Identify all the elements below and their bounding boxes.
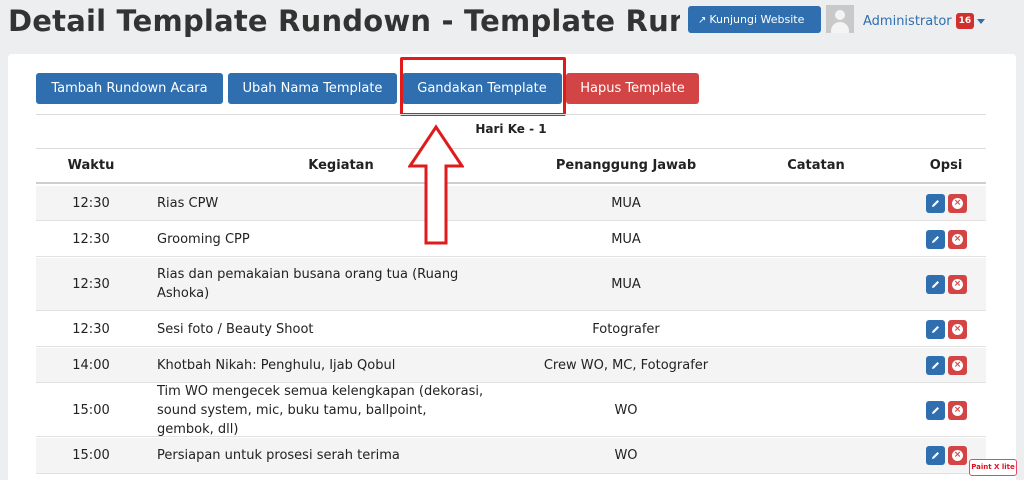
- user-name: Administrator: [863, 13, 952, 29]
- table-row: 14:00 Khotbah Nikah: Penghulu, Ijab Qobu…: [36, 348, 986, 383]
- edit-button[interactable]: [926, 319, 945, 339]
- table-row: 12:30 Rias dan pemakaian busana orang tu…: [36, 258, 986, 311]
- responsible-cell: WO: [614, 402, 638, 418]
- close-circle-icon: ×: [952, 359, 963, 371]
- close-circle-icon: ×: [952, 278, 963, 290]
- divider: [36, 114, 986, 115]
- annotation-arrow-icon: [408, 124, 464, 245]
- delete-button[interactable]: ×: [948, 446, 967, 465]
- pencil-icon: [932, 406, 939, 414]
- column-header-penanggung-jawab: Penanggung Jawab: [555, 158, 697, 173]
- avatar[interactable]: [826, 5, 854, 33]
- external-link-icon: ↗: [698, 15, 707, 26]
- rename-template-button[interactable]: Ubah Nama Template: [228, 73, 397, 104]
- avatar-body: [831, 22, 849, 33]
- time-cell: 15:00: [72, 448, 110, 463]
- time-cell: 12:30: [72, 321, 110, 337]
- page-title: Detail Template Rundown - Template Rundo…: [8, 4, 680, 38]
- table-row: 12:30 Grooming CPP MUA ×: [36, 222, 986, 257]
- edit-button[interactable]: [926, 446, 945, 465]
- delete-button[interactable]: ×: [948, 229, 967, 249]
- edit-button[interactable]: [926, 355, 945, 375]
- activity-cell: Tim WO mengecek semua kelengkapan (dekor…: [157, 383, 484, 437]
- activity-cell: Sesi foto / Beauty Shoot: [157, 321, 314, 337]
- pencil-icon: [932, 325, 939, 333]
- close-circle-icon: ×: [952, 450, 963, 461]
- delete-button[interactable]: ×: [948, 274, 967, 294]
- watermark: Paint X lite: [969, 459, 1017, 476]
- pencil-icon: [932, 235, 939, 243]
- delete-template-button[interactable]: Hapus Template: [566, 73, 699, 104]
- column-header-opsi: Opsi: [929, 158, 963, 173]
- time-cell: 12:30: [72, 276, 110, 292]
- time-cell: 12:30: [72, 231, 110, 247]
- notification-badge: 16: [955, 13, 975, 29]
- activity-cell: Rias dan pemakaian busana orang tua (Rua…: [157, 267, 459, 301]
- responsible-cell: MUA: [611, 195, 641, 211]
- visit-website-button[interactable]: ↗ Kunjungi Website: [688, 6, 821, 33]
- visit-website-label: Kunjungi Website: [709, 13, 805, 26]
- responsible-cell: WO: [614, 448, 638, 463]
- options-cell: ×: [926, 312, 976, 346]
- pencil-icon: [932, 452, 939, 459]
- table-header: Waktu Kegiatan Penanggung Jawab Catatan …: [36, 148, 986, 184]
- delete-button[interactable]: ×: [948, 193, 967, 213]
- close-circle-icon: ×: [952, 197, 963, 209]
- delete-button[interactable]: ×: [948, 319, 967, 339]
- column-header-catatan: Catatan: [787, 158, 845, 173]
- activity-cell: Khotbah Nikah: Penghulu, Ijab Qobul: [157, 357, 396, 373]
- time-cell: 14:00: [72, 357, 110, 373]
- delete-button[interactable]: ×: [948, 355, 967, 375]
- activity-cell: Persiapan untuk prosesi serah terima: [157, 448, 400, 463]
- time-cell: 12:30: [72, 195, 110, 211]
- options-cell: ×: [926, 186, 976, 220]
- options-cell: ×: [926, 222, 976, 256]
- responsible-cell: MUA: [611, 276, 641, 292]
- annotation-highlight-box: [400, 57, 566, 116]
- close-circle-icon: ×: [952, 404, 963, 416]
- avatar-head: [835, 10, 845, 20]
- options-cell: ×: [926, 384, 976, 436]
- table-row: 12:30 Sesi foto / Beauty Shoot Fotografe…: [36, 312, 986, 347]
- edit-button[interactable]: [926, 229, 945, 249]
- close-circle-icon: ×: [952, 323, 963, 335]
- edit-button[interactable]: [926, 193, 945, 213]
- pencil-icon: [932, 199, 939, 207]
- close-circle-icon: ×: [952, 233, 963, 245]
- caret-down-icon: [977, 18, 986, 24]
- responsible-cell: Fotografer: [592, 321, 660, 337]
- edit-button[interactable]: [926, 274, 945, 294]
- user-menu[interactable]: Administrator 16: [863, 11, 986, 31]
- table-row: 12:30 Rias CPW MUA ×: [36, 186, 986, 221]
- pencil-icon: [932, 280, 939, 288]
- column-header-waktu: Waktu: [67, 158, 115, 173]
- top-bar: Detail Template Rundown - Template Rundo…: [0, 0, 1024, 44]
- options-cell: ×: [926, 348, 976, 382]
- table-row: 15:00 Persiapan untuk prosesi serah teri…: [36, 438, 986, 474]
- options-cell: ×: [926, 258, 976, 310]
- add-rundown-button[interactable]: Tambah Rundown Acara: [36, 73, 223, 104]
- delete-button[interactable]: ×: [948, 400, 967, 420]
- time-cell: 15:00: [72, 402, 110, 418]
- responsible-cell: MUA: [611, 231, 641, 247]
- day-label: Hari Ke - 1: [475, 122, 547, 136]
- responsible-cell: Crew WO, MC, Fotografer: [543, 357, 709, 373]
- pencil-icon: [932, 361, 939, 369]
- table-row: 15:00 Tim WO mengecek semua kelengkapan …: [36, 384, 986, 437]
- column-header-kegiatan: Kegiatan: [308, 158, 374, 173]
- edit-button[interactable]: [926, 400, 945, 420]
